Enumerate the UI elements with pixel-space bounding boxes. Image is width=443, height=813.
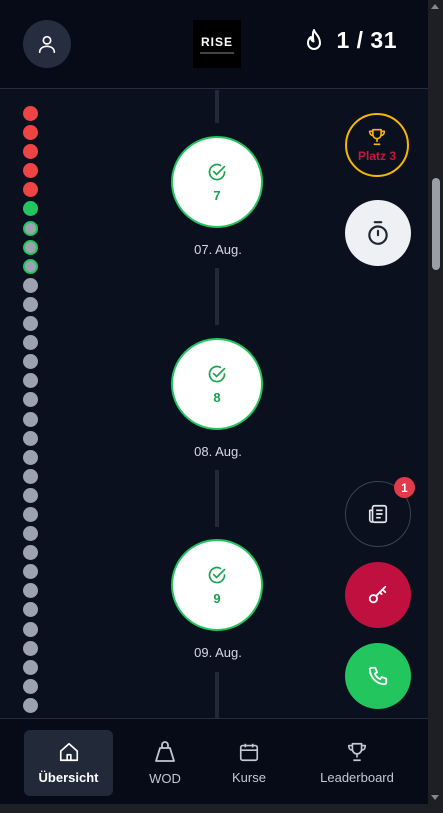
- day-dot-gray: [23, 392, 38, 408]
- day-dot-red: [23, 106, 38, 121]
- day-dot-red: [23, 163, 38, 179]
- day-dot-gray: [23, 602, 38, 618]
- scrollbar-track[interactable]: [428, 0, 443, 813]
- logo-text: RISE: [200, 34, 233, 49]
- day-dot-gray: [23, 354, 38, 370]
- timeline-line: [215, 90, 219, 123]
- streak-text: 1 / 31: [336, 27, 397, 53]
- scroll-down-arrow[interactable]: [431, 795, 439, 800]
- day-date-label: 09. Aug.: [194, 645, 242, 660]
- nav-tab-leaderboard[interactable]: Leaderboard: [310, 730, 404, 796]
- trophy-icon: [347, 742, 367, 762]
- day-dot-gray: [23, 640, 38, 656]
- day-number: 9: [213, 590, 221, 606]
- news-badge: 1: [394, 477, 415, 498]
- leaderboard-rank-badge[interactable]: Platz 3: [345, 113, 409, 177]
- scroll-up-arrow[interactable]: [431, 4, 439, 9]
- access-key-button[interactable]: [345, 562, 411, 628]
- kettlebell-icon: [155, 741, 175, 762]
- timeline-line: [215, 672, 219, 718]
- day-number: 7: [213, 187, 221, 203]
- phone-icon: [368, 666, 388, 686]
- check-circle-icon: [208, 163, 226, 180]
- timer-button[interactable]: [345, 200, 411, 266]
- day-dot-gray: [23, 411, 38, 427]
- timeline-day-node[interactable]: 7: [171, 136, 263, 228]
- day-dot-gray: [23, 697, 38, 713]
- trophy-icon: [368, 128, 386, 145]
- timeline-line: [215, 470, 219, 527]
- nav-tab-label: WOD: [149, 771, 181, 786]
- day-date-label: 08. Aug.: [194, 444, 242, 459]
- profile-button[interactable]: [23, 20, 71, 68]
- key-icon: [368, 585, 387, 604]
- day-dot-gray: [23, 316, 38, 332]
- day-dot-ring: [23, 239, 38, 255]
- day-dot-gray: [23, 526, 38, 542]
- rank-label: Platz 3: [357, 148, 396, 163]
- day-dot-ring: [23, 220, 38, 236]
- day-dot-gray: [23, 430, 38, 446]
- day-dot-gray: [23, 678, 38, 694]
- timeline-day-node[interactable]: 9: [171, 539, 263, 631]
- day-dot-red: [23, 182, 38, 198]
- nav-tab-label: Leaderboard: [320, 770, 394, 785]
- flame-icon: [307, 28, 322, 50]
- nav-tab-courses[interactable]: Kurse: [214, 730, 284, 796]
- check-circle-icon: [208, 566, 226, 583]
- day-dot-red: [23, 125, 38, 141]
- day-dot-gray: [23, 335, 38, 351]
- month-progress-dots: [23, 106, 39, 717]
- newspaper-icon: [368, 504, 388, 524]
- window-bottom-edge: [0, 804, 428, 813]
- day-date-label: 07. Aug.: [194, 242, 242, 257]
- day-dot-red: [23, 144, 38, 160]
- nav-tab-wod[interactable]: WOD: [130, 730, 200, 796]
- streak-counter: 1 / 31: [302, 27, 397, 54]
- timeline-line: [215, 268, 219, 325]
- day-dot-gray: [23, 277, 38, 293]
- stopwatch-icon: [368, 221, 388, 245]
- day-dot-green: [23, 201, 38, 217]
- calendar-icon: [239, 743, 259, 762]
- day-dot-gray: [23, 659, 38, 675]
- home-icon: [59, 742, 78, 762]
- day-number: 8: [213, 389, 221, 405]
- day-dot-gray: [23, 487, 38, 503]
- nav-tab-overview[interactable]: Übersicht: [24, 730, 113, 796]
- day-dot-gray: [23, 583, 38, 599]
- day-dot-gray: [23, 621, 38, 637]
- user-icon: [38, 35, 56, 54]
- day-dot-gray: [23, 296, 38, 312]
- day-dot-gray: [23, 545, 38, 561]
- nav-tab-label: Kurse: [232, 770, 266, 785]
- day-dot-gray: [23, 373, 38, 389]
- top-bar: RISE 1 / 31: [0, 0, 428, 89]
- brand-logo: RISE: [193, 20, 241, 68]
- check-circle-icon: [208, 365, 226, 382]
- day-dot-ring: [23, 258, 38, 274]
- call-button[interactable]: [345, 643, 411, 709]
- day-dot-gray: [23, 468, 38, 484]
- nav-tab-label: Übersicht: [38, 770, 99, 785]
- scrollbar-thumb[interactable]: [432, 178, 440, 270]
- day-dot-gray: [23, 564, 38, 580]
- bottom-navigation: Übersicht WOD Kurse Leaderboard: [0, 718, 428, 805]
- app-screen: RISE 1 / 31 7 07. Aug. 8 08. Aug. 9 09. …: [0, 0, 443, 813]
- day-dot-gray: [23, 506, 38, 522]
- timeline-day-node[interactable]: 8: [171, 338, 263, 430]
- logo-underline: [200, 51, 234, 54]
- day-dot-gray: [23, 449, 38, 465]
